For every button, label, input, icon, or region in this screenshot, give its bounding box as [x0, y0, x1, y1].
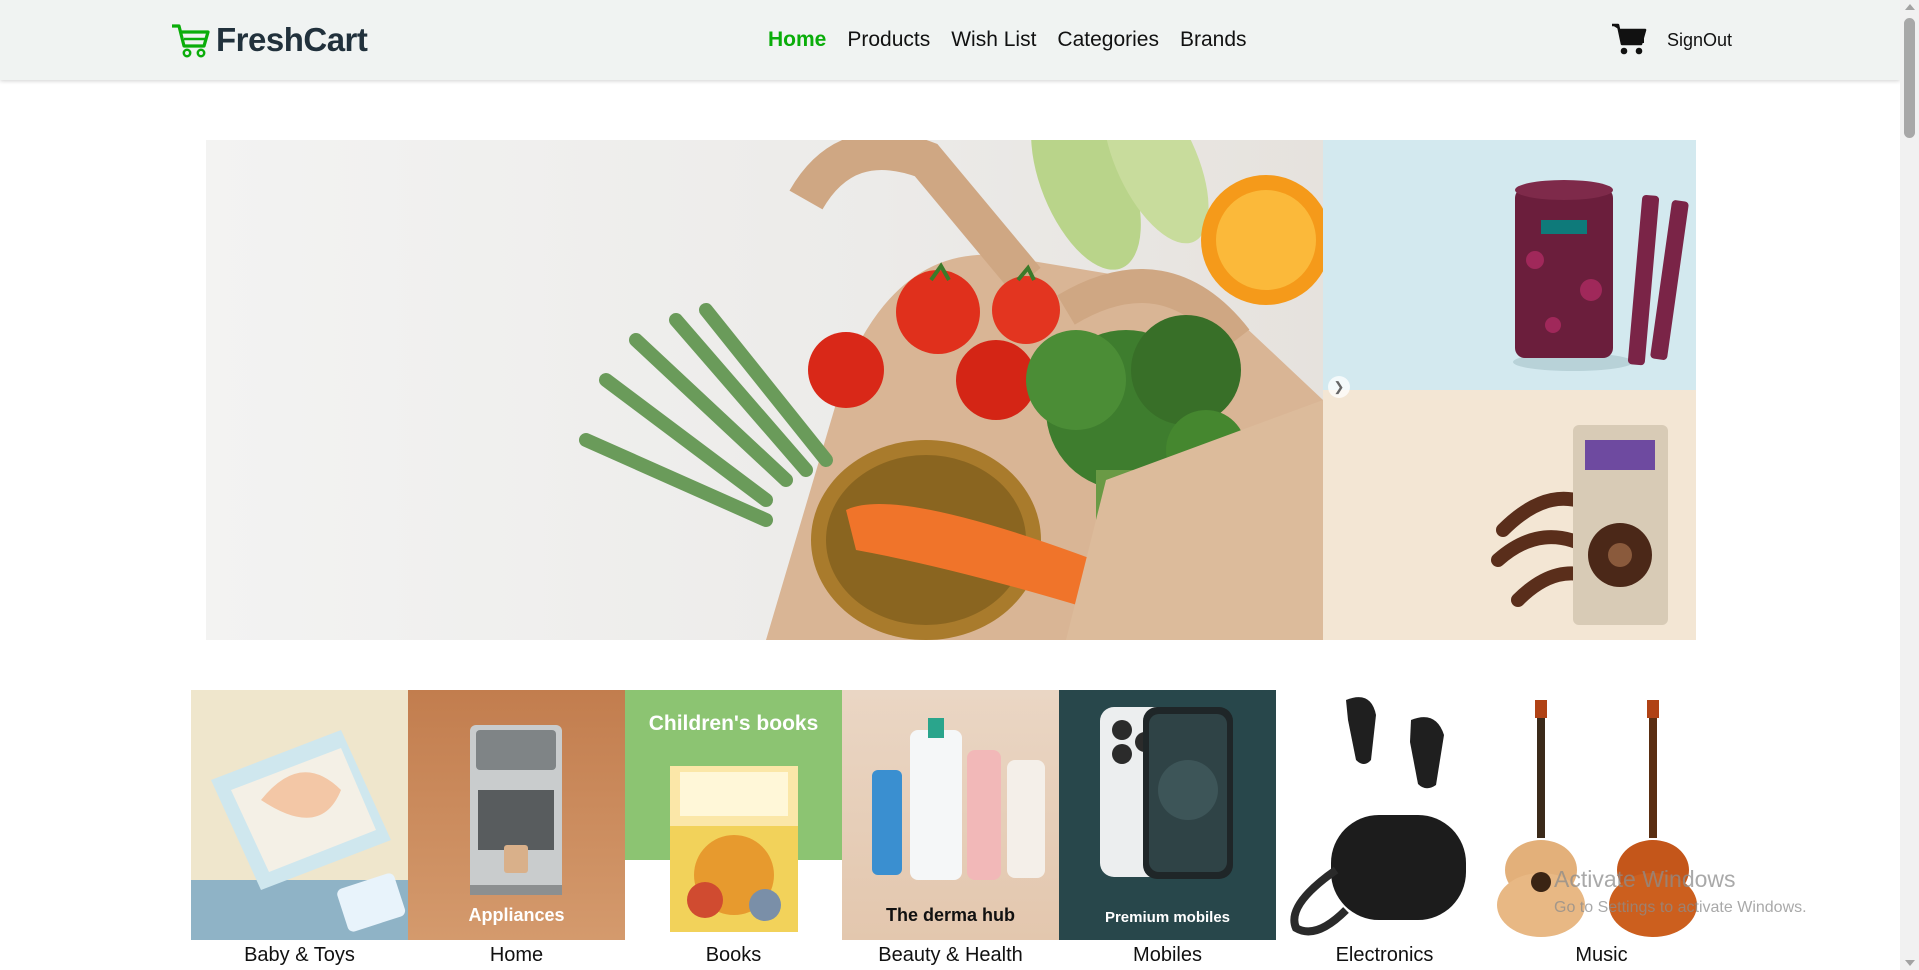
cookies-image — [1491, 425, 1668, 625]
category-image — [1276, 690, 1493, 940]
category-image: Children's books — [625, 690, 842, 940]
nav-wish-list[interactable]: Wish List — [951, 28, 1036, 52]
category-caption: The derma hub — [885, 905, 1015, 925]
wafer-rolls-image — [1513, 180, 1689, 371]
category-name: Electronics — [1335, 944, 1434, 966]
category-card[interactable]: Electronics — [1276, 690, 1493, 970]
category-image: Premium mobiles — [1059, 690, 1276, 940]
scroll-up-arrow-icon[interactable] — [1905, 4, 1915, 10]
category-name: Mobiles — [1133, 944, 1202, 966]
page-scrollbar[interactable] — [1900, 0, 1919, 970]
slider-next-button[interactable]: ❯ — [1328, 376, 1350, 398]
hero-main-slide[interactable] — [206, 140, 1323, 640]
category-card[interactable]: Premium mobiles Mobiles — [1059, 690, 1276, 970]
nav-home[interactable]: Home — [768, 28, 826, 52]
watermark-title: Activate Windows — [1554, 866, 1736, 892]
category-card[interactable]: Baby & Toys — [191, 690, 408, 970]
grocery-bag-image — [579, 140, 1323, 640]
category-card[interactable]: Appliances Home — [408, 690, 625, 970]
category-image: The derma hub — [842, 690, 1059, 940]
category-name: Beauty & Health — [878, 944, 1023, 966]
shopping-cart-icon[interactable] — [1611, 22, 1647, 56]
category-caption: Premium mobiles — [1104, 909, 1231, 926]
cart-logo-icon — [172, 24, 210, 58]
nav-brands[interactable]: Brands — [1180, 28, 1247, 52]
scroll-thumb[interactable] — [1904, 18, 1915, 138]
top-navbar: FreshCart Home Products Wish List Catego… — [0, 0, 1900, 80]
category-card[interactable]: Children's books Books — [625, 690, 842, 970]
hero-section: ❯ — [206, 140, 1696, 640]
hero-side-banner-top[interactable] — [1323, 140, 1696, 390]
category-name: Home — [489, 944, 544, 966]
category-card[interactable]: The derma hub Beauty & Health — [842, 690, 1059, 970]
signout-link[interactable]: SignOut — [1667, 30, 1732, 51]
category-name: Books — [705, 944, 762, 966]
category-caption: Appliances — [468, 905, 565, 925]
brand-logo[interactable]: FreshCart — [170, 20, 368, 60]
category-image: Appliances — [408, 690, 625, 940]
category-card[interactable]: Music — [1493, 690, 1710, 970]
category-name: Baby & Toys — [244, 944, 355, 966]
chevron-right-icon: ❯ — [1333, 379, 1345, 394]
nav-categories[interactable]: Categories — [1057, 28, 1159, 52]
watermark-subtitle: Go to Settings to activate Windows. — [1554, 899, 1807, 916]
main-nav: Home Products Wish List Categories Brand… — [768, 28, 1268, 52]
category-slider: Baby & Toys Appliances Home Children's b… — [191, 690, 1710, 970]
category-name: Music — [1575, 944, 1628, 966]
hero-side-banner-bottom[interactable] — [1323, 390, 1696, 640]
activate-windows-watermark: Activate Windows Go to Settings to activ… — [1554, 866, 1807, 917]
category-image — [191, 690, 408, 940]
nav-products[interactable]: Products — [847, 28, 930, 52]
scroll-down-arrow-icon[interactable] — [1905, 960, 1915, 966]
brand-name: FreshCart — [216, 21, 368, 58]
